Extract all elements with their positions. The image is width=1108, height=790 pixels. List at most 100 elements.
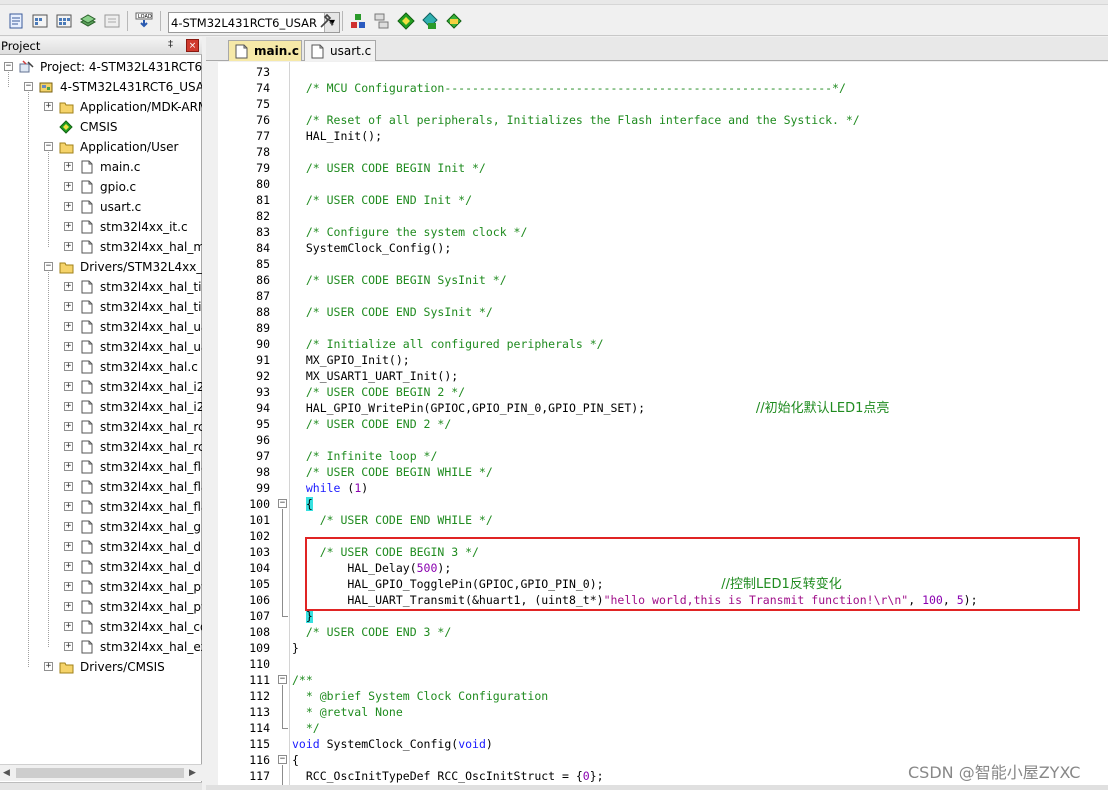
tree-item[interactable]: + stm32l4xx_hal_pwr — [0, 577, 202, 597]
code-line[interactable]: /* Reset of all peripherals, Initializes… — [292, 112, 860, 128]
expand-icon[interactable]: + — [44, 102, 53, 111]
rebuild-icon[interactable] — [55, 12, 73, 30]
tree-item[interactable]: + stm32l4xx_hal_exti — [0, 637, 202, 657]
teal-diamond-icon[interactable] — [421, 12, 439, 30]
tree-item[interactable]: − 4-STM32L431RCT6_USART_ — [0, 77, 202, 97]
expand-icon[interactable]: + — [64, 162, 73, 171]
code-line[interactable]: * @retval None — [292, 704, 403, 720]
tree-item[interactable]: + stm32l4xx_hal_msp — [0, 237, 202, 257]
translate-icon[interactable] — [7, 12, 25, 30]
expand-icon[interactable]: + — [64, 582, 73, 591]
expand-icon[interactable]: + — [64, 322, 73, 331]
code-line[interactable]: /* Initialize all configured peripherals… — [292, 336, 604, 352]
tree-item[interactable]: + stm32l4xx_hal_uart — [0, 317, 202, 337]
tree-item[interactable]: − Project: 4-STM32L431RCT6_US — [0, 57, 202, 77]
tree-item[interactable]: + stm32l4xx_hal_flas — [0, 477, 202, 497]
tree-item[interactable]: + gpio.c — [0, 177, 202, 197]
expand-icon[interactable]: + — [64, 542, 73, 551]
tree-item[interactable]: + stm32l4xx_hal_flas — [0, 457, 202, 477]
expand-icon[interactable]: + — [64, 482, 73, 491]
code-line[interactable]: void SystemClock_Config(void) — [292, 736, 493, 752]
code-line[interactable]: /* MCU Configuration--------------------… — [292, 80, 846, 96]
expand-icon[interactable]: + — [64, 442, 73, 451]
tree-item[interactable]: + stm32l4xx_hal_tim — [0, 277, 202, 297]
code-line[interactable]: /* USER CODE BEGIN Init */ — [292, 160, 486, 176]
code-line[interactable]: /* USER CODE BEGIN SysInit */ — [292, 272, 507, 288]
code-line[interactable]: { — [292, 752, 299, 768]
expand-icon[interactable]: + — [64, 562, 73, 571]
code-line[interactable]: } — [292, 640, 299, 656]
code-line[interactable]: MX_GPIO_Init(); — [292, 352, 410, 368]
manage-components-icon[interactable] — [349, 12, 367, 30]
expand-icon[interactable]: + — [64, 602, 73, 611]
tree-item[interactable]: + stm32l4xx_hal_i2c_ — [0, 397, 202, 417]
code-view[interactable]: 73 74 75 76 77 78 79 80 81 82 83 84 85 86 87 88 89 90 91 92… — [218, 62, 1108, 790]
code-line[interactable]: /* USER CODE BEGIN WHILE */ — [292, 464, 493, 480]
scroll-right-icon[interactable]: ▶ — [189, 768, 196, 778]
tree-item[interactable]: + stm32l4xx_hal_i2c. — [0, 377, 202, 397]
code-line[interactable]: /* Configure the system clock */ — [292, 224, 528, 240]
stop-build-icon[interactable] — [103, 12, 121, 30]
tree-item[interactable]: + usart.c — [0, 197, 202, 217]
tab-usart-c[interactable]: usart.c — [304, 40, 376, 61]
expand-icon[interactable]: + — [64, 342, 73, 351]
target-select[interactable]: 4-STM32L431RCT6_USAR ▼ — [168, 12, 340, 33]
code-line[interactable]: /** — [292, 672, 313, 688]
code-line[interactable]: * @brief System Clock Configuration — [292, 688, 548, 704]
tree-item[interactable]: + stm32l4xx_it.c — [0, 217, 202, 237]
expand-icon[interactable]: + — [64, 202, 73, 211]
pack-installer-icon[interactable] — [373, 12, 391, 30]
code-line[interactable]: */ — [292, 720, 320, 736]
expand-icon[interactable]: + — [64, 502, 73, 511]
expand-icon[interactable]: + — [64, 302, 73, 311]
tree-item[interactable]: + stm32l4xx_hal_tim_ — [0, 297, 202, 317]
collapse-icon[interactable]: − — [44, 142, 53, 151]
expand-icon[interactable]: + — [64, 462, 73, 471]
code-line[interactable]: /* USER CODE END SysInit */ — [292, 304, 493, 320]
code-line[interactable]: /* USER CODE END Init */ — [292, 192, 472, 208]
collapse-icon[interactable]: − — [44, 262, 53, 271]
code-line[interactable]: /* USER CODE BEGIN 2 */ — [292, 384, 465, 400]
expand-icon[interactable]: + — [64, 242, 73, 251]
tree-item[interactable]: + stm32l4xx_hal.c — [0, 357, 202, 377]
scroll-left-icon[interactable]: ◀ — [3, 768, 10, 778]
code-line[interactable]: /* USER CODE END 2 */ — [292, 416, 451, 432]
scrollbar-thumb[interactable] — [16, 768, 184, 778]
tree-item[interactable]: + main.c — [0, 157, 202, 177]
select-packs-icon[interactable] — [445, 12, 463, 30]
horizontal-scrollbar[interactable]: ◀ ▶ — [0, 764, 202, 781]
code-line[interactable]: SystemClock_Config(); — [292, 240, 451, 256]
expand-icon[interactable]: + — [64, 382, 73, 391]
download-icon[interactable]: LOAD — [135, 12, 153, 30]
code-line[interactable]: HAL_Init(); — [292, 128, 382, 144]
collapse-icon[interactable]: − — [24, 82, 33, 91]
expand-icon[interactable]: + — [64, 282, 73, 291]
pin-icon[interactable]: ‡ — [168, 39, 173, 50]
expand-icon[interactable]: + — [64, 642, 73, 651]
build-icon[interactable] — [31, 12, 49, 30]
tree-item[interactable]: + stm32l4xx_hal_rcc_ — [0, 437, 202, 457]
tree-item[interactable]: + stm32l4xx_hal_cor — [0, 617, 202, 637]
expand-icon[interactable]: + — [64, 182, 73, 191]
code-line[interactable]: HAL_GPIO_WritePin(GPIOC,GPIO_PIN_0,GPIO_… — [292, 400, 890, 416]
expand-icon[interactable]: + — [64, 422, 73, 431]
code-line[interactable]: RCC_OscInitTypeDef RCC_OscInitStruct = {… — [292, 768, 604, 784]
expand-icon[interactable]: + — [64, 622, 73, 631]
tree-item[interactable]: + Drivers/CMSIS — [0, 657, 202, 677]
tree-item[interactable]: + stm32l4xx_hal_flas — [0, 497, 202, 517]
fold-toggle-icon[interactable]: − — [278, 499, 287, 508]
expand-icon[interactable]: + — [64, 222, 73, 231]
tab-main-c[interactable]: main.c — [228, 40, 302, 61]
code-line[interactable]: /* USER CODE END 3 */ — [292, 624, 451, 640]
code-line[interactable]: /* USER CODE END WHILE */ — [292, 512, 493, 528]
tree-item[interactable]: − Application/User — [0, 137, 202, 157]
tree-item[interactable]: + stm32l4xx_hal_uart — [0, 337, 202, 357]
green-diamond-icon[interactable] — [397, 12, 415, 30]
code-line[interactable]: while (1) — [292, 480, 368, 496]
expand-icon[interactable]: + — [64, 522, 73, 531]
fold-toggle-icon[interactable]: − — [278, 755, 287, 764]
target-options-icon[interactable] — [318, 12, 336, 30]
tree-item[interactable]: CMSIS — [0, 117, 202, 137]
tree-item[interactable]: + stm32l4xx_hal_rcc. — [0, 417, 202, 437]
close-icon[interactable]: × — [186, 39, 199, 52]
